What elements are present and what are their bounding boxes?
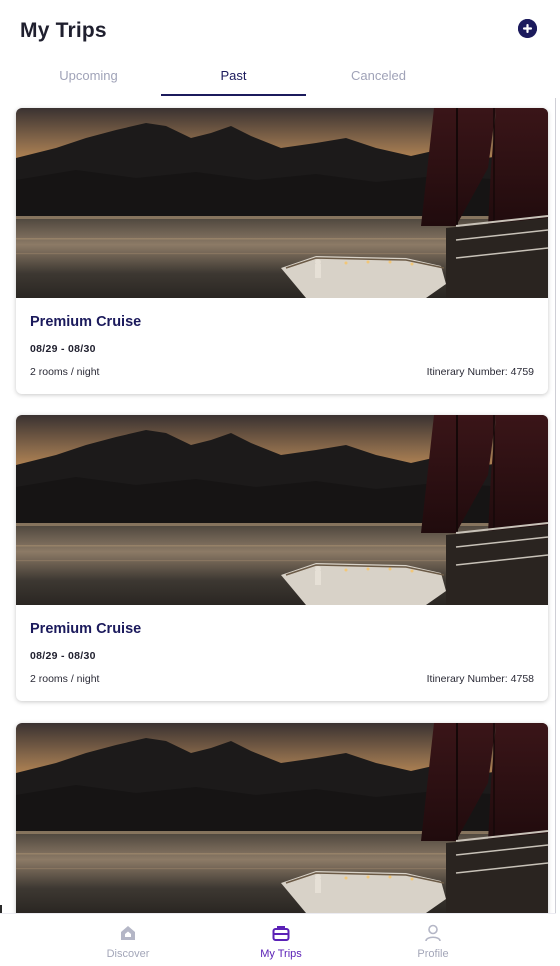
trip-card[interactable]: Premium Cruise 08/29 - 08/30 2 rooms / n…	[16, 108, 548, 394]
nav-profile[interactable]: Profile	[373, 914, 493, 966]
tab-upcoming[interactable]: Upcoming	[16, 62, 161, 96]
trip-name: Premium Cruise	[30, 621, 142, 637]
nav-label: Discover	[106, 948, 150, 960]
trip-dates: 08/29 - 08/30	[30, 343, 96, 355]
bottom-nav: Discover My Trips Profile	[0, 913, 556, 966]
briefcase-icon	[271, 923, 291, 943]
trip-rooms: 2 rooms / night	[30, 366, 100, 378]
nav-label: Profile	[417, 948, 449, 960]
nav-discover[interactable]: Discover	[68, 914, 188, 966]
page-title: My Trips	[20, 19, 107, 42]
tab-canceled[interactable]: Canceled	[306, 62, 451, 96]
trip-tabs: Upcoming Past Canceled	[16, 62, 450, 98]
trip-photo	[16, 723, 548, 913]
app-screen: My Trips Upcoming Past Canceled Premium …	[0, 0, 560, 966]
trip-card[interactable]	[16, 723, 548, 913]
nav-my-trips[interactable]: My Trips	[221, 914, 341, 966]
tab-past[interactable]: Past	[161, 62, 306, 96]
trip-list[interactable]: Premium Cruise 08/29 - 08/30 2 rooms / n…	[0, 98, 560, 913]
plus-circle-icon	[518, 19, 537, 38]
home-icon	[118, 923, 138, 943]
itinerary-number: Itinerary Number: 4759	[426, 366, 534, 378]
trip-photo	[16, 108, 548, 298]
person-icon	[423, 923, 443, 943]
trip-name: Premium Cruise	[30, 314, 142, 330]
nav-label: My Trips	[260, 948, 302, 960]
trip-card[interactable]: Premium Cruise 08/29 - 08/30 2 rooms / n…	[16, 415, 548, 701]
active-tab-indicator	[161, 94, 306, 96]
trip-photo	[16, 415, 548, 605]
itinerary-number: Itinerary Number: 4758	[426, 673, 534, 685]
trip-dates: 08/29 - 08/30	[30, 650, 96, 662]
header: My Trips Upcoming Past Canceled	[0, 0, 560, 98]
trip-rooms: 2 rooms / night	[30, 673, 100, 685]
add-trip-button[interactable]	[518, 19, 537, 38]
